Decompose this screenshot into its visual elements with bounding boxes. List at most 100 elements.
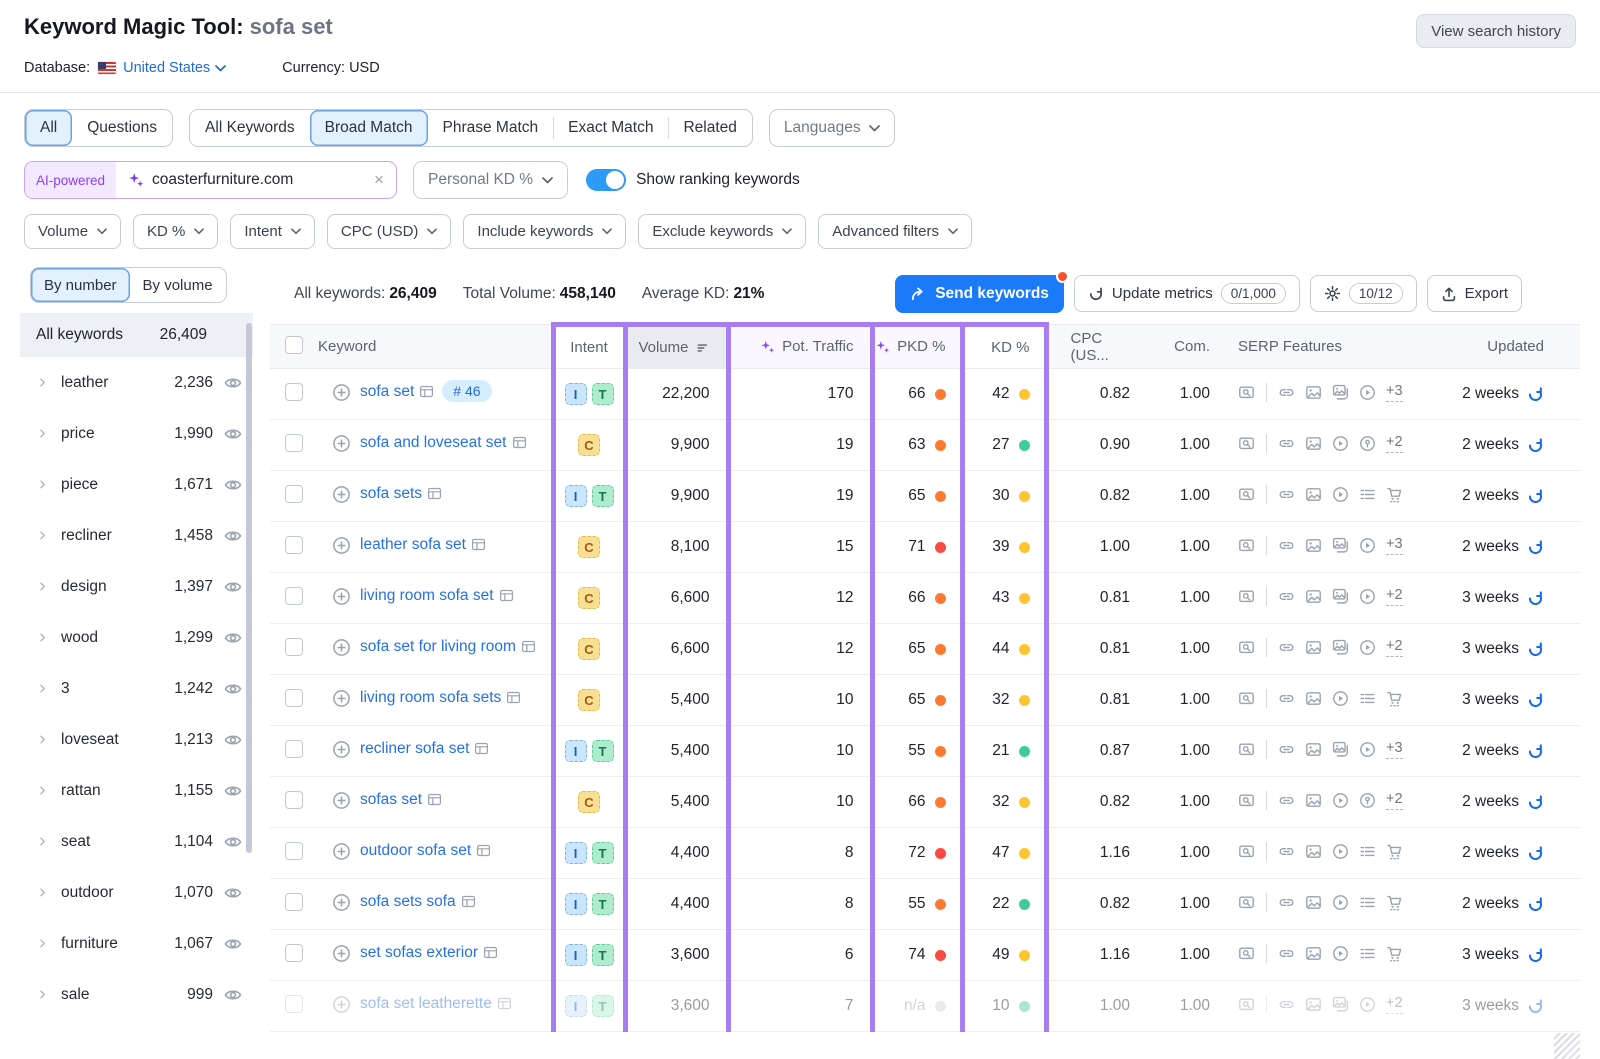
filter-include-keywords-dropdown[interactable]: Include keywords [463, 214, 626, 249]
sidebar-scrollbar[interactable] [246, 323, 252, 853]
add-keyword-icon[interactable] [332, 791, 351, 810]
refresh-icon[interactable] [1527, 794, 1544, 811]
eye-icon[interactable] [223, 577, 243, 597]
eye-icon[interactable] [223, 424, 243, 444]
row-checkbox[interactable] [285, 689, 303, 707]
keyword-link[interactable]: recliner sofa set [360, 740, 469, 757]
filter-exclude-keywords-dropdown[interactable]: Exclude keywords [638, 214, 806, 249]
eye-icon[interactable] [223, 883, 243, 903]
keyword-link[interactable]: sofa set [360, 383, 414, 400]
eye-icon[interactable] [223, 526, 243, 546]
keyword-link[interactable]: outdoor sofa set [360, 842, 471, 859]
updated-column-header[interactable]: Updated [1424, 325, 1580, 369]
add-keyword-icon[interactable] [332, 434, 351, 453]
serp-card-icon[interactable] [461, 893, 476, 917]
languages-dropdown[interactable]: Languages [769, 109, 895, 147]
eye-icon[interactable] [223, 628, 243, 648]
serp-preview-icon[interactable] [1238, 792, 1255, 809]
row-checkbox[interactable] [285, 791, 303, 809]
database-select[interactable]: United States [123, 60, 226, 76]
add-keyword-icon[interactable] [332, 485, 351, 504]
serp-card-icon[interactable] [471, 536, 486, 560]
row-checkbox[interactable] [285, 995, 303, 1013]
filter-intent-dropdown[interactable]: Intent [230, 214, 315, 249]
sidebar-group-furniture[interactable]: furniture 1,067 [20, 918, 253, 969]
row-checkbox[interactable] [285, 536, 303, 554]
add-keyword-icon[interactable] [332, 740, 351, 759]
eye-icon[interactable] [223, 373, 243, 393]
filter-advanced-dropdown[interactable]: Advanced filters [818, 214, 972, 249]
sidebar-group-piece[interactable]: piece 1,671 [20, 459, 253, 510]
tab-all[interactable]: All [25, 110, 72, 146]
serp-card-icon[interactable] [419, 383, 434, 407]
intent-column-header[interactable]: Intent [553, 325, 625, 369]
manage-columns-button[interactable]: 10/12 [1310, 275, 1417, 312]
sidebar-group-leather[interactable]: leather 2,236 [20, 357, 253, 408]
refresh-icon[interactable] [1527, 692, 1544, 709]
more-serp-features[interactable]: +3 [1386, 740, 1403, 759]
row-checkbox[interactable] [285, 944, 303, 962]
serp-preview-icon[interactable] [1238, 894, 1255, 911]
row-checkbox[interactable] [285, 893, 303, 911]
add-keyword-icon[interactable] [332, 995, 351, 1014]
sidebar-group-sale[interactable]: sale 999 [20, 969, 253, 1020]
update-metrics-button[interactable]: Update metrics 0/1,000 [1074, 275, 1300, 312]
clear-input-icon[interactable]: × [362, 170, 396, 190]
keyword-link[interactable]: living room sofa set [360, 587, 494, 604]
keyword-link[interactable]: sofas set [360, 791, 422, 808]
add-keyword-icon[interactable] [332, 689, 351, 708]
serp-preview-icon[interactable] [1238, 384, 1255, 401]
sidebar-group-outdoor[interactable]: outdoor 1,070 [20, 867, 253, 918]
row-checkbox[interactable] [285, 587, 303, 605]
eye-icon[interactable] [223, 781, 243, 801]
kd-column-header[interactable]: KD % [962, 325, 1046, 369]
serp-card-icon[interactable] [499, 587, 514, 611]
more-serp-features[interactable]: +3 [1386, 383, 1403, 402]
sidebar-group-rattan[interactable]: rattan 1,155 [20, 765, 253, 816]
refresh-icon[interactable] [1527, 386, 1544, 403]
sidebar-group-design[interactable]: design 1,397 [20, 561, 253, 612]
refresh-icon[interactable] [1527, 641, 1544, 658]
more-serp-features[interactable]: +2 [1386, 638, 1403, 657]
add-keyword-icon[interactable] [332, 944, 351, 963]
more-serp-features[interactable]: +2 [1386, 587, 1403, 606]
more-serp-features[interactable]: +3 [1386, 536, 1403, 555]
serp-preview-icon[interactable] [1238, 537, 1255, 554]
cpc-column-header[interactable]: CPC (US... [1046, 325, 1140, 369]
refresh-icon[interactable] [1527, 437, 1544, 454]
sidebar-group-seat[interactable]: seat 1,104 [20, 816, 253, 867]
refresh-icon[interactable] [1527, 947, 1544, 964]
ai-domain-input[interactable]: AI-powered coasterfurniture.com × [24, 161, 397, 199]
keyword-link[interactable]: set sofas exterior [360, 944, 478, 961]
serp-preview-icon[interactable] [1238, 996, 1255, 1013]
add-keyword-icon[interactable] [332, 893, 351, 912]
refresh-icon[interactable] [1527, 845, 1544, 862]
more-serp-features[interactable]: +2 [1386, 791, 1403, 810]
refresh-icon[interactable] [1527, 539, 1544, 556]
serp-card-icon[interactable] [521, 638, 536, 662]
sort-by-number-button[interactable]: By number [31, 268, 130, 302]
row-checkbox[interactable] [285, 638, 303, 656]
serp-preview-icon[interactable] [1238, 741, 1255, 758]
row-checkbox[interactable] [285, 434, 303, 452]
tab-exact-match[interactable]: Exact Match [553, 110, 668, 146]
keyword-link[interactable]: sofa and loveseat set [360, 434, 507, 451]
keyword-column-header[interactable]: Keyword [318, 325, 553, 369]
send-keywords-button[interactable]: Send keywords [895, 275, 1064, 313]
pot-traffic-column-header[interactable]: Pot. Traffic [728, 325, 872, 369]
serp-card-icon[interactable] [483, 944, 498, 968]
sidebar-all-keywords[interactable]: All keywords 26,409 [20, 313, 253, 357]
keyword-link[interactable]: living room sofa sets [360, 689, 501, 706]
serp-preview-icon[interactable] [1238, 945, 1255, 962]
sidebar-group-price[interactable]: price 1,990 [20, 408, 253, 459]
add-keyword-icon[interactable] [332, 587, 351, 606]
serp-preview-icon[interactable] [1238, 639, 1255, 656]
keyword-link[interactable]: sofa sets [360, 485, 422, 502]
com-column-header[interactable]: Com. [1140, 325, 1224, 369]
filter-cpc-dropdown[interactable]: CPC (USD) [327, 214, 452, 249]
serp-card-icon[interactable] [497, 995, 512, 1019]
serp-preview-icon[interactable] [1238, 843, 1255, 860]
more-serp-features[interactable]: +2 [1386, 434, 1403, 453]
serp-preview-icon[interactable] [1238, 588, 1255, 605]
keyword-link[interactable]: leather sofa set [360, 536, 466, 553]
